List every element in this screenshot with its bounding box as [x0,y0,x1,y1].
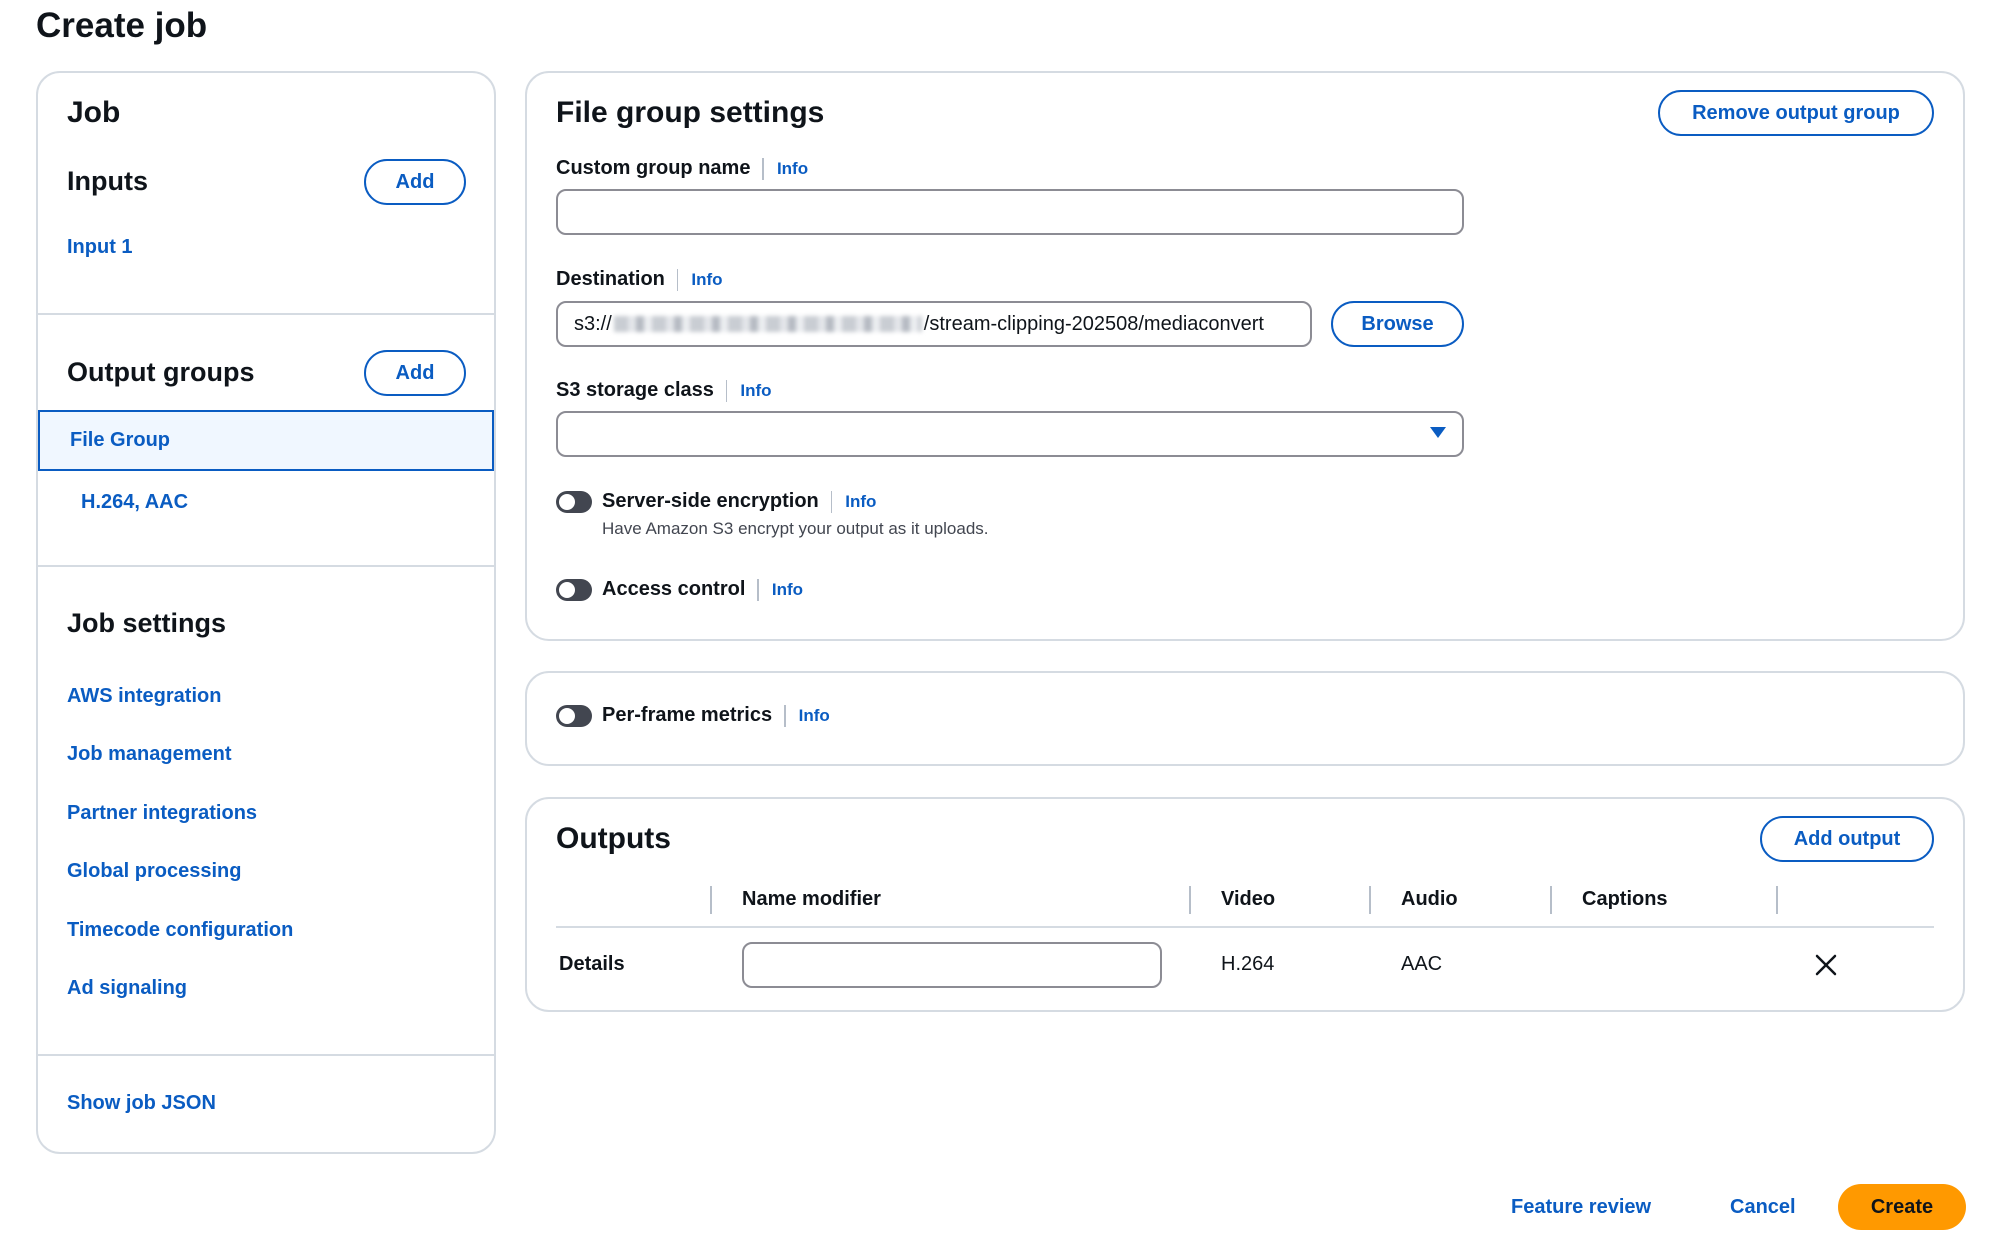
per-frame-metrics-info-link[interactable]: Info [799,706,830,726]
per-frame-metrics-label-row: Per-frame metrics Info [602,704,830,727]
column-separator [1776,886,1778,914]
label-separator [784,704,786,727]
output-groups-heading: Output groups [67,357,255,387]
destination-value-suffix: /stream-clipping-202508/mediaconvert [923,312,1264,335]
nav-divider [38,1054,494,1056]
encryption-description: Have Amazon S3 encrypt your output as it… [602,519,989,538]
browse-button[interactable]: Browse [1331,301,1464,347]
column-header-name-modifier: Name modifier [742,888,881,910]
nav-item-h264-aac[interactable]: H.264, AAC [81,491,188,514]
nav-item-ad-signaling[interactable]: Ad signaling [67,977,187,1000]
storage-class-label: S3 storage class [556,379,714,401]
add-output-group-button[interactable]: Add [364,350,466,396]
add-input-button[interactable]: Add [364,159,466,205]
server-side-encryption-toggle[interactable] [556,491,592,513]
file-group-settings-heading: File group settings [556,96,825,129]
cancel-button[interactable]: Cancel [1730,1196,1796,1219]
table-header-divider [556,926,1934,928]
per-frame-metrics-label: Per-frame metrics [602,704,773,726]
column-header-captions: Captions [1582,888,1668,910]
custom-group-name-info-link[interactable]: Info [777,159,808,179]
custom-group-name-label: Custom group name [556,157,751,179]
job-heading: Job [67,96,121,129]
access-control-label: Access control [602,578,746,600]
column-separator [1369,886,1371,914]
page-title: Create job [36,6,208,45]
outputs-heading: Outputs [556,822,671,855]
destination-label-row: Destination Info [556,268,723,291]
job-navigation-panel: Job Inputs Add Input 1 Output groups Add… [36,71,496,1154]
custom-group-name-input[interactable] [556,189,1464,235]
job-settings-heading: Job settings [67,608,227,638]
remove-output-group-button[interactable]: Remove output group [1658,90,1934,136]
column-separator [710,886,712,914]
label-separator [762,157,764,180]
nav-divider [38,313,494,315]
nav-item-aws-integration[interactable]: AWS integration [67,685,221,708]
destination-value-prefix: s3:// [574,312,612,335]
output-audio-codec: AAC [1401,953,1443,975]
remove-output-close-icon[interactable] [1814,953,1838,977]
caret-down-icon [1430,427,1446,438]
output-video-codec: H.264 [1221,953,1275,975]
custom-group-name-label-row: Custom group name Info [556,157,808,180]
nav-item-global-processing[interactable]: Global processing [67,860,241,883]
destination-input[interactable]: s3:// /stream-clipping-202508/mediaconve… [556,301,1312,347]
nav-item-file-group[interactable]: File Group [38,410,494,471]
access-control-info-link[interactable]: Info [772,580,803,600]
column-header-audio: Audio [1401,888,1458,910]
storage-class-label-row: S3 storage class Info [556,379,772,402]
destination-info-link[interactable]: Info [691,270,722,290]
encryption-info-link[interactable]: Info [845,492,876,512]
nav-item-timecode-configuration[interactable]: Timecode configuration [67,919,293,942]
name-modifier-input[interactable] [742,942,1162,988]
create-button[interactable]: Create [1838,1184,1966,1230]
column-separator [1550,886,1552,914]
nav-divider [38,565,494,567]
access-control-toggle[interactable] [556,579,592,601]
redacted-bucket-name [613,316,922,332]
storage-class-info-link[interactable]: Info [740,381,771,401]
column-header-video: Video [1221,888,1276,910]
add-output-button[interactable]: Add output [1760,816,1934,862]
label-separator [757,578,759,601]
output-details-link[interactable]: Details [559,953,625,976]
nav-item-job-management[interactable]: Job management [67,743,231,766]
encryption-label: Server-side encryption [602,490,819,512]
feature-review-link[interactable]: Feature review [1511,1196,1651,1219]
destination-label: Destination [556,268,665,290]
nav-item-partner-integrations[interactable]: Partner integrations [67,802,257,825]
storage-class-select[interactable] [556,411,1464,457]
access-control-label-row: Access control Info [602,578,803,601]
label-separator [725,379,728,402]
encryption-label-row: Server-side encryption Info [602,490,876,513]
inputs-heading: Inputs [67,166,148,196]
nav-item-file-group-label: File Group [70,429,170,451]
nav-item-input-1[interactable]: Input 1 [67,236,133,259]
show-job-json-link[interactable]: Show job JSON [67,1092,216,1115]
label-separator [830,490,833,513]
column-separator [1189,886,1191,914]
per-frame-metrics-toggle[interactable] [556,705,592,727]
label-separator [676,268,679,291]
